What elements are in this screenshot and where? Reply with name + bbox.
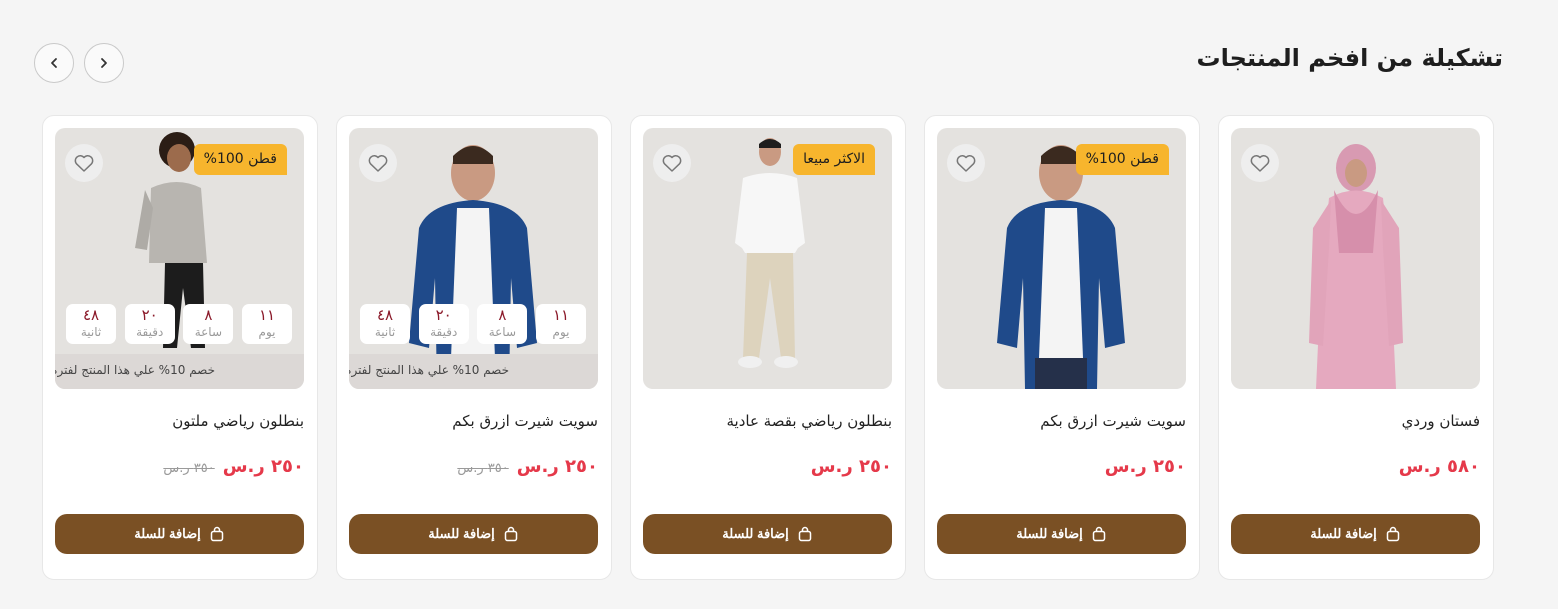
discount-text: خصم 10% علي هذا المنتج لفترة — [349, 363, 509, 377]
price-row: ٥٨٠ ر.س — [1399, 456, 1480, 477]
shopping-bag-icon — [210, 526, 224, 542]
countdown-seconds-value: ٤٨ — [376, 306, 394, 324]
add-to-cart-label: إضافة للسلة — [1310, 526, 1377, 541]
price-row: ٢٥٠ ر.س — [1105, 456, 1186, 477]
price-row: ٢٥٠ ر.س — [811, 456, 892, 477]
product-old-price: ٣٥٠ ر.س — [163, 461, 215, 476]
carousel-prev-button[interactable] — [34, 43, 74, 83]
countdown-days-label: يوم — [552, 325, 570, 339]
shopping-bag-icon — [1386, 526, 1400, 542]
countdown-hours-label: ساعة — [488, 325, 516, 339]
product-image[interactable] — [1231, 128, 1480, 389]
heart-icon — [74, 155, 94, 172]
shopping-bag-icon — [798, 526, 812, 542]
product-card[interactable]: قطن 100% سويت شيرت ازرق بكم ٢٥٠ ر.س إضاف… — [924, 115, 1200, 580]
countdown-hours-value: ٨ — [204, 306, 213, 324]
countdown-minutes: ٢٠ دقيقة — [124, 304, 175, 344]
add-to-cart-button[interactable]: إضافة للسلة — [1231, 514, 1480, 554]
countdown-minutes-label: دقيقة — [136, 325, 164, 339]
price-row: ٢٥٠ ر.س ٣٥٠ ر.س — [163, 456, 304, 477]
section-title: تشكيلة من افخم المنتجات — [1196, 44, 1503, 72]
wishlist-button[interactable] — [653, 144, 691, 182]
countdown-seconds: ٤٨ ثانية — [66, 304, 117, 344]
add-to-cart-button[interactable]: إضافة للسلة — [643, 514, 892, 554]
countdown-seconds-value: ٤٨ — [82, 306, 100, 324]
discount-text: خصم 10% علي هذا المنتج لفترة — [55, 363, 215, 377]
countdown-minutes-value: ٢٠ — [141, 306, 158, 324]
add-to-cart-label: إضافة للسلة — [428, 526, 495, 541]
countdown-hours: ٨ ساعة — [183, 304, 234, 344]
shopping-bag-icon — [504, 526, 518, 542]
countdown-seconds-label: ثانية — [80, 325, 102, 339]
add-to-cart-button[interactable]: إضافة للسلة — [349, 514, 598, 554]
product-price: ٢٥٠ ر.س — [810, 456, 892, 477]
countdown-seconds: ٤٨ ثانية — [360, 304, 411, 344]
discount-banner: خصم 10% علي هذا المنتج لفترة — [55, 354, 304, 389]
add-to-cart-label: إضافة للسلة — [1016, 526, 1083, 541]
product-image[interactable]: قطن 100% — [937, 128, 1186, 389]
countdown-timer: ١١ يوم ٨ ساعة ٢٠ دقيقة ٤٨ ثانية — [66, 304, 292, 344]
product-name[interactable]: بنطلون رياضي ملتون — [172, 412, 304, 430]
wishlist-button[interactable] — [947, 144, 985, 182]
shopping-bag-icon — [1092, 526, 1106, 542]
countdown-minutes-label: دقيقة — [430, 325, 458, 339]
countdown-days-value: ١١ — [552, 306, 570, 324]
product-card[interactable]: فستان وردي ٥٨٠ ر.س إضافة للسلة — [1218, 115, 1494, 580]
add-to-cart-label: إضافة للسلة — [134, 526, 201, 541]
countdown-timer: ١١ يوم ٨ ساعة ٢٠ دقيقة ٤٨ ثانية — [360, 304, 586, 344]
countdown-hours: ٨ ساعة — [477, 304, 528, 344]
product-name[interactable]: فستان وردي — [1402, 412, 1480, 430]
product-card[interactable]: الاكثر مبيعا بنطلون رياضي بقصة عادية ٢٥٠… — [630, 115, 906, 580]
chevron-left-icon — [51, 58, 57, 68]
add-to-cart-button[interactable]: إضافة للسلة — [937, 514, 1186, 554]
countdown-hours-value: ٨ — [498, 306, 507, 324]
countdown-minutes: ٢٠ دقيقة — [418, 304, 469, 344]
heart-icon — [956, 155, 976, 172]
product-price: ٥٨٠ ر.س — [1398, 456, 1480, 477]
heart-icon — [368, 155, 388, 172]
add-to-cart-button[interactable]: إضافة للسلة — [55, 514, 304, 554]
product-badge: قطن 100% — [193, 144, 287, 175]
product-name[interactable]: سويت شيرت ازرق بكم — [452, 412, 598, 430]
countdown-days: ١١ يوم — [242, 304, 292, 344]
product-name[interactable]: بنطلون رياضي بقصة عادية — [727, 412, 893, 430]
product-price: ٢٥٠ ر.س — [222, 456, 304, 477]
product-badge: قطن 100% — [1075, 144, 1169, 175]
heart-icon — [662, 155, 682, 172]
price-row: ٢٥٠ ر.س ٣٥٠ ر.س — [457, 456, 598, 477]
countdown-days-label: يوم — [258, 325, 276, 339]
carousel-next-button[interactable] — [84, 43, 124, 83]
countdown-minutes-value: ٢٠ — [435, 306, 452, 324]
product-card[interactable]: ١١ يوم ٨ ساعة ٢٠ دقيقة ٤٨ ثانية خصم 10% … — [336, 115, 612, 580]
wishlist-button[interactable] — [1241, 144, 1279, 182]
countdown-hours-label: ساعة — [194, 325, 222, 339]
countdown-seconds-label: ثانية — [374, 325, 396, 339]
wishlist-button[interactable] — [359, 144, 397, 182]
product-old-price: ٣٥٠ ر.س — [457, 461, 509, 476]
countdown-days: ١١ يوم — [536, 304, 586, 344]
product-card[interactable]: قطن 100% ١١ يوم ٨ ساعة ٢٠ دقيقة ٤٨ ثانية… — [42, 115, 318, 580]
add-to-cart-label: إضافة للسلة — [722, 526, 789, 541]
product-image[interactable]: ١١ يوم ٨ ساعة ٢٠ دقيقة ٤٨ ثانية خصم 10% … — [349, 128, 598, 389]
heart-icon — [1250, 155, 1270, 172]
discount-banner: خصم 10% علي هذا المنتج لفترة — [349, 354, 598, 389]
product-badge: الاكثر مبيعا — [793, 144, 875, 175]
countdown-days-value: ١١ — [258, 306, 276, 324]
chevron-right-icon — [101, 58, 107, 68]
wishlist-button[interactable] — [65, 144, 103, 182]
product-price: ٢٥٠ ر.س — [1104, 456, 1186, 477]
product-price: ٢٥٠ ر.س — [516, 456, 598, 477]
product-image[interactable]: الاكثر مبيعا — [643, 128, 892, 389]
product-name[interactable]: سويت شيرت ازرق بكم — [1040, 412, 1186, 430]
product-image[interactable]: قطن 100% ١١ يوم ٨ ساعة ٢٠ دقيقة ٤٨ ثانية… — [55, 128, 304, 389]
